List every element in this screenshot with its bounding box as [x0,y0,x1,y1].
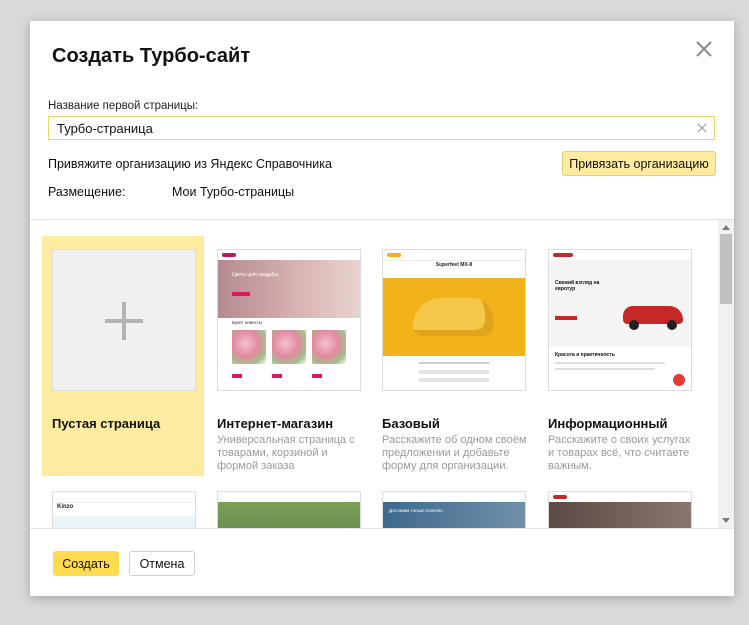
page-name-input[interactable] [49,117,695,139]
template-thumbnail: Доставим только полезно [382,491,526,528]
template-thumbnail: Свежий взгляд на евротур Красота и практ… [548,249,692,391]
call-icon [673,374,685,386]
placement-value: Мои Турбо-страницы [172,185,295,199]
template-thumbnail [217,491,361,528]
template-thumbnail [548,491,692,528]
template-description: Расскажите о своих услугах и товарах всё… [548,434,691,472]
page-name-label: Название первой страницы: [48,100,199,112]
thumb-subheading: Красота и практичность [555,352,615,358]
close-icon [696,41,712,57]
gallery-scrollbar[interactable] [718,220,734,528]
template-card-row2-3[interactable]: Доставим только полезно [372,478,534,528]
footer-divider [30,528,734,529]
template-thumbnail: Superfeet MX-8 [382,249,526,391]
template-card-row2-2[interactable] [207,478,369,528]
clear-icon[interactable] [696,122,708,134]
template-card-row2-4[interactable] [538,478,700,528]
thumb-heading: Цветы для свадьбы [232,272,278,278]
template-description: Расскажите об одном своём предложении и … [382,434,527,472]
create-turbo-site-dialog: Создать Турбо-сайт Название первой стран… [30,21,734,596]
thumb-heading: Свежий взгляд на евротур [555,280,600,292]
shoe-image [413,298,493,336]
template-thumbnail [52,249,196,391]
create-button[interactable]: Создать [53,551,119,576]
cancel-button[interactable]: Отмена [129,551,195,576]
scroll-up-icon[interactable] [722,225,730,230]
template-title: Базовый [382,416,440,431]
template-card-shop[interactable]: Цветы для свадьбы Букет невесты Интернет… [207,236,369,476]
template-card-basic[interactable]: Superfeet MX-8 Базовый Расскажите об одн… [372,236,534,476]
template-title: Информационный [548,416,668,431]
thumb-heading: Superfeet MX-8 [435,262,473,268]
template-card-row2-1[interactable]: Kinzo [42,478,204,528]
template-gallery: Пустая страница Цветы для свадьбы Букет … [30,220,718,528]
hero-image: Свежий взгляд на евротур [549,260,691,346]
template-card-info[interactable]: Свежий взгляд на евротур Красота и практ… [538,236,700,476]
placement-label: Размещение: [48,185,126,199]
page-name-field [48,116,715,140]
thumb-subheading: Букет невесты [232,320,263,325]
hero-image: Цветы для свадьбы [218,260,360,318]
template-thumbnail: Kinzo [52,491,196,528]
close-button[interactable] [694,39,714,59]
template-title: Интернет-магазин [217,416,334,431]
scroll-down-icon[interactable] [722,518,730,523]
org-link-text: Привяжите организацию из Яндекс Справочн… [48,157,332,171]
scroll-thumb[interactable] [720,234,732,304]
template-title: Пустая страница [52,416,161,431]
template-card-blank[interactable]: Пустая страница [42,236,204,476]
template-description: Универсальная страница с товарами, корзи… [217,434,355,472]
template-thumbnail: Цветы для свадьбы Букет невесты [217,249,361,391]
link-organization-button[interactable]: Привязать организацию [562,151,716,176]
hero-image [383,278,525,356]
dialog-title: Создать Турбо-сайт [52,45,251,67]
plus-icon [105,302,143,340]
